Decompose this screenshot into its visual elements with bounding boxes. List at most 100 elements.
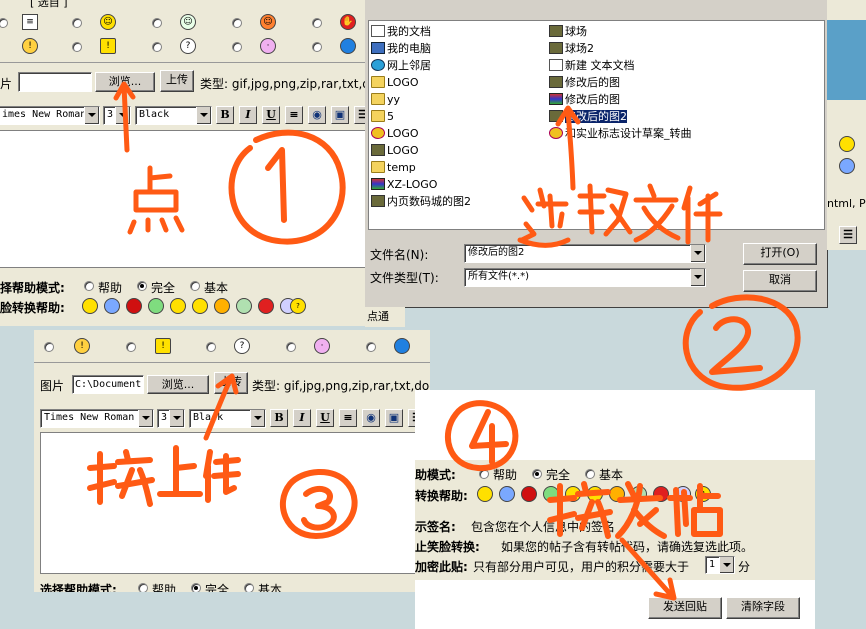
question-icon[interactable]: ? [180, 38, 196, 54]
file-item[interactable]: 新建 文本文档 [549, 58, 635, 73]
emoticon-radio[interactable] [72, 18, 82, 28]
file-item[interactable]: LOGO [371, 126, 419, 141]
wink-icon[interactable] [192, 298, 208, 314]
pink-face-icon[interactable]: · [314, 338, 330, 354]
teeth-icon[interactable] [543, 486, 559, 502]
mode-help-radio[interactable] [138, 583, 148, 592]
link-icon[interactable]: ◉ [308, 106, 326, 124]
emoticon-radio[interactable] [312, 18, 322, 28]
angry-icon[interactable] [521, 486, 537, 502]
emoticon-radio[interactable] [126, 342, 136, 352]
size-select[interactable]: 3 [103, 106, 131, 125]
mad-icon[interactable] [653, 486, 669, 502]
confused-icon[interactable]: ? [290, 298, 306, 314]
editor-textarea[interactable] [0, 130, 372, 268]
emoticon-radio[interactable] [286, 342, 296, 352]
emoticon-radio[interactable] [312, 42, 322, 52]
pink-face-icon[interactable]: · [260, 38, 276, 54]
file-item[interactable]: 和实业标志设计草案_转曲 [549, 126, 692, 141]
file-item[interactable]: LOGO [371, 143, 419, 158]
browse-button[interactable]: 浏览... [95, 72, 155, 92]
file-item[interactable]: 我的电脑 [371, 41, 431, 56]
file-item[interactable]: XZ-LOGO [371, 177, 437, 192]
document-icon[interactable]: ≡ [22, 14, 38, 30]
happy-icon[interactable]: ☺ [260, 14, 276, 30]
bold-button[interactable]: B [270, 409, 288, 427]
mode-basic-radio[interactable] [244, 583, 254, 592]
emoticon-radio[interactable] [152, 42, 162, 52]
font-select[interactable]: imes New Roman [0, 106, 100, 125]
happy-icon[interactable] [565, 486, 581, 502]
browse-button[interactable]: 浏览... [147, 375, 209, 394]
emoticon-radio[interactable] [232, 42, 242, 52]
mode-full-radio[interactable] [191, 583, 201, 592]
clear-fields-button[interactable]: 清除字段 [726, 597, 800, 619]
emoticon-icon[interactable] [839, 136, 855, 152]
emoticon-radio[interactable] [232, 18, 242, 28]
image-icon[interactable]: ▣ [331, 106, 349, 124]
file-item-selected[interactable]: 修改后的图2 [549, 109, 627, 124]
smile-icon[interactable] [477, 486, 493, 502]
submit-reply-button[interactable]: 发送回贴 [648, 597, 722, 619]
file-path-input[interactable] [18, 72, 92, 92]
font-select[interactable]: Times New Roman [40, 409, 154, 428]
emoticon-radio[interactable] [366, 342, 376, 352]
underline-button[interactable]: U [262, 106, 280, 124]
happy-icon[interactable] [170, 298, 186, 314]
blue-face-icon[interactable] [394, 338, 410, 354]
file-item[interactable]: 内页数码城的图2 [371, 194, 471, 209]
emoticon-radio[interactable] [44, 342, 54, 352]
mode-help-radio[interactable] [479, 469, 489, 479]
emoticon-radio[interactable] [152, 18, 162, 28]
emoticon-radio[interactable] [0, 18, 8, 28]
emoticon-radio[interactable] [206, 342, 216, 352]
mode-basic-radio[interactable] [585, 469, 595, 479]
smile-icon[interactable]: ☺ [100, 14, 116, 30]
file-item[interactable]: yy [371, 92, 400, 107]
laugh-icon[interactable] [631, 486, 647, 502]
italic-button[interactable]: I [239, 106, 257, 124]
sad-icon[interactable] [839, 158, 855, 174]
question-icon[interactable]: ? [234, 338, 250, 354]
align-center-button[interactable]: ≡ [285, 106, 303, 124]
bold-button[interactable]: B [216, 106, 234, 124]
laugh-icon[interactable] [236, 298, 252, 314]
align-center-button[interactable]: ≡ [339, 409, 357, 427]
cool-icon[interactable] [609, 486, 625, 502]
open-button[interactable]: 打开(O) [743, 243, 817, 265]
mode-full-radio[interactable] [532, 469, 542, 479]
file-list[interactable]: 我的文档 我的电脑 网上邻居 LOGO yy 5 LOGO LOGO temp … [368, 20, 825, 230]
file-item[interactable]: 5 [371, 109, 394, 124]
teeth-icon[interactable] [148, 298, 164, 314]
angry-icon[interactable] [126, 298, 142, 314]
editor-textarea[interactable] [40, 432, 430, 574]
color-select[interactable]: Black [135, 106, 212, 125]
confused-icon[interactable]: ? [695, 486, 711, 502]
file-item[interactable]: temp [371, 160, 416, 175]
warning-icon[interactable]: ! [155, 338, 171, 354]
mode-basic-radio[interactable] [190, 281, 200, 291]
italic-button[interactable]: I [293, 409, 311, 427]
upload-button[interactable]: 上传 [214, 372, 248, 394]
size-select[interactable]: 3 [157, 409, 185, 428]
mad-icon[interactable] [258, 298, 274, 314]
upload-button[interactable]: 上传 [160, 70, 194, 92]
list-icon[interactable]: ☰ [839, 226, 857, 244]
sad-icon[interactable] [499, 486, 515, 502]
underline-button[interactable]: U [316, 409, 334, 427]
wink-icon[interactable] [587, 486, 603, 502]
file-item[interactable]: 球场2 [549, 41, 594, 56]
mode-help-radio[interactable] [84, 281, 94, 291]
file-item[interactable]: LOGO [371, 75, 419, 90]
blue-face-icon[interactable] [340, 38, 356, 54]
filename-input[interactable]: 修改后的图2 [464, 244, 706, 263]
file-path-input[interactable]: C:\Document [72, 375, 144, 394]
stop-hand-icon[interactable]: ✋ [340, 14, 356, 30]
color-select[interactable]: Black [189, 409, 266, 428]
link-icon[interactable]: ◉ [362, 409, 380, 427]
file-item[interactable]: 修改后的图 [549, 92, 620, 107]
shock-icon[interactable] [675, 486, 691, 502]
cancel-button[interactable]: 取消 [743, 270, 817, 292]
warning-icon[interactable]: ! [100, 38, 116, 54]
mode-full-radio[interactable] [137, 281, 147, 291]
